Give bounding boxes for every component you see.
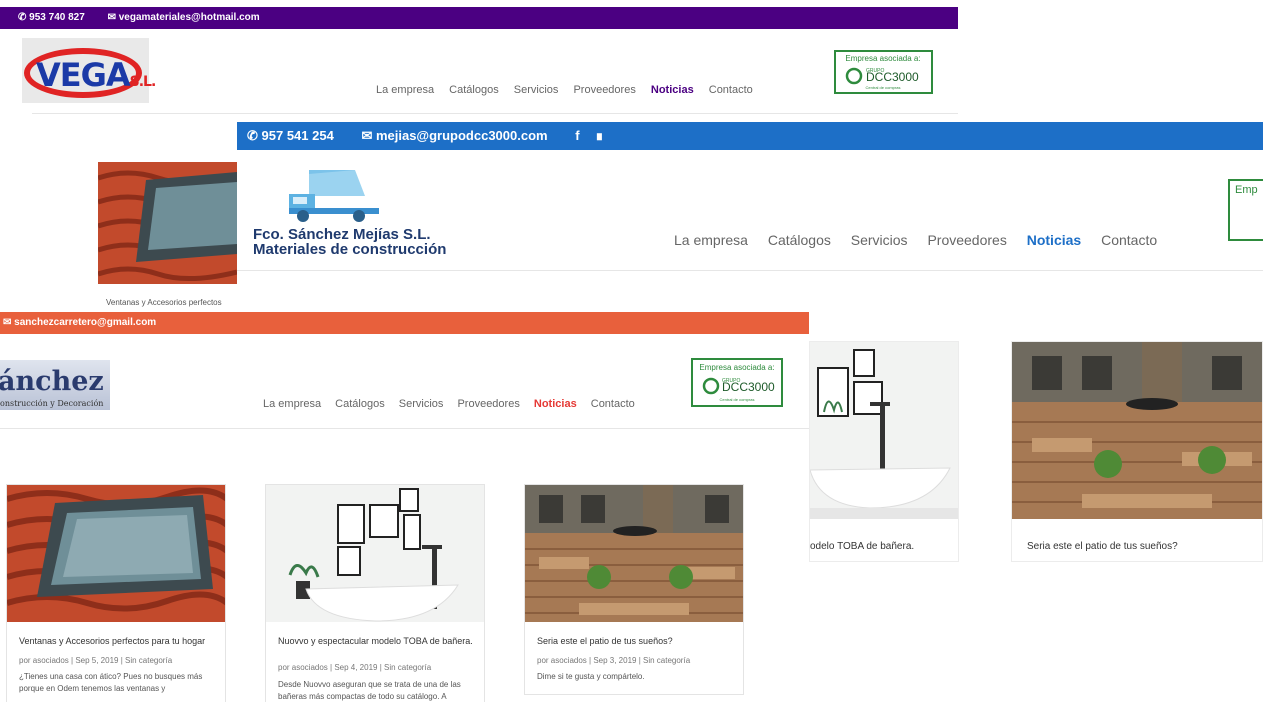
post-title[interactable]: Seria este el patio de tus sueños? — [537, 636, 737, 646]
nav-proveedores[interactable]: Proveedores — [573, 84, 635, 96]
badge-line1: Empresa asociada a: — [845, 54, 920, 63]
main-nav: La empresa Catálogos Servicios Proveedor… — [263, 398, 646, 410]
nav-la-empresa[interactable]: La empresa — [674, 232, 748, 248]
post-card-baniera-partial[interactable]: odelo TOBA de bañera. — [809, 341, 959, 562]
email-text: sanchezcarretero@gmail.com — [14, 317, 157, 328]
nav-catalogos[interactable]: Catálogos — [449, 84, 499, 96]
nav-contacto[interactable]: Contacto — [1101, 232, 1157, 248]
nav-catalogos[interactable]: Catálogos — [335, 398, 385, 410]
nav-noticias[interactable]: Noticias — [534, 398, 577, 410]
nav-la-empresa[interactable]: La empresa — [263, 398, 321, 410]
nav-servicios[interactable]: Servicios — [399, 398, 444, 410]
post-card-baniera[interactable]: Nuovvo y espectacular modelo TOBA de bañ… — [265, 484, 485, 702]
badge-partial-text: Emp — [1235, 184, 1258, 196]
phone-text: 953 740 827 — [29, 12, 85, 23]
post-image-roof-window — [7, 485, 225, 622]
logo-subtitle: onstrucción y Decoración — [0, 399, 104, 408]
badge-line4: Central de compras — [866, 85, 901, 90]
post-excerpt: Dime si te gusta y compártelo. — [537, 672, 645, 681]
nav-noticias[interactable]: Noticias — [1027, 232, 1081, 248]
badge-line3: DCC3000 — [866, 70, 919, 84]
main-nav: La empresa Catálogos Servicios Proveedor… — [376, 84, 765, 96]
nav-la-empresa[interactable]: La empresa — [376, 84, 434, 96]
post-title[interactable]: Ventanas y Accesorios perfectos para tu … — [19, 636, 219, 646]
nav-proveedores[interactable]: Proveedores — [457, 398, 519, 410]
top-contact-bar: ✉ sanchezcarretero@gmail.com — [0, 312, 809, 334]
header-divider — [0, 428, 809, 429]
dcc3000-badge-partial[interactable]: Emp — [1228, 179, 1263, 241]
header-divider — [32, 113, 958, 114]
post-image-roof-window — [98, 162, 237, 284]
site-header: Fco. Sánchez Mejías S.L. Materiales de c… — [237, 150, 1263, 270]
logo-word: VEGA — [36, 56, 131, 94]
nav-catalogos[interactable]: Catálogos — [768, 232, 831, 248]
post-title-partial[interactable]: odelo TOBA de bañera. — [810, 541, 914, 552]
nav-contacto[interactable]: Contacto — [709, 84, 753, 96]
phone-link[interactable]: ✆ 957 541 254 — [247, 128, 346, 143]
site-vega-screenshot: ✆ 953 740 827 ✉ vegamateriales@hotmail.c… — [0, 0, 958, 118]
top-contact-bar: ✆ 953 740 827 ✉ vegamateriales@hotmail.c… — [0, 7, 958, 29]
email-text: vegamateriales@hotmail.com — [118, 12, 260, 23]
post-title-partial[interactable]: Seria este el patio de tus sueños? — [1027, 541, 1178, 552]
header-divider — [237, 270, 1263, 271]
post-image-patio — [525, 485, 743, 622]
site-sanchez-screenshot: ✉ sanchezcarretero@gmail.com ánchez onst… — [0, 312, 809, 702]
sanchez-mejias-logo[interactable]: Fco. Sánchez Mejías S.L. Materiales de c… — [253, 168, 446, 268]
vega-logo[interactable]: VEGAS.L. — [22, 38, 156, 103]
post-meta: por asociados | Sep 3, 2019 | Sin catego… — [537, 656, 691, 665]
nav-noticias[interactable]: Noticias — [651, 84, 694, 96]
email-link[interactable]: ✉ vegamateriales@hotmail.com — [108, 12, 270, 23]
badge-line3: DCC3000 — [722, 380, 775, 394]
post-image-patio — [1012, 342, 1262, 519]
nav-servicios[interactable]: Servicios — [514, 84, 559, 96]
post-image-bathtub — [810, 342, 958, 519]
post-title[interactable]: Nuovvo y espectacular modelo TOBA de bañ… — [278, 636, 478, 646]
post-meta: por asociados | Sep 5, 2019 | Sin catego… — [19, 656, 173, 665]
post-meta: por asociados | Sep 4, 2019 | Sin catego… — [278, 663, 432, 672]
post-excerpt: Desde Nuovvo aseguran que se trata de un… — [278, 680, 461, 701]
post-card-patio[interactable]: Seria este el patio de tus sueños? por a… — [524, 484, 744, 695]
main-nav: La empresa Catálogos Servicios Proveedor… — [674, 232, 1173, 248]
logo-line2: Materiales de construcción — [253, 241, 447, 258]
top-contact-bar: ✆ 957 541 254 ✉ mejias@grupodcc3000.com … — [237, 122, 1263, 150]
badge-line4: Central de compras — [720, 397, 755, 402]
rss-icon[interactable]: ∎ — [595, 128, 603, 143]
nav-contacto[interactable]: Contacto — [591, 398, 635, 410]
phone-text: 957 541 254 — [261, 128, 334, 143]
truck-icon — [289, 170, 379, 222]
post-excerpt: ¿Tienes una casa con ático? Pues no busq… — [19, 672, 203, 693]
dcc3000-badge[interactable]: Empresa asociada a: GRUPO DCC3000 Centra… — [834, 50, 933, 94]
email-link[interactable]: ✉ mejias@grupodcc3000.com — [361, 128, 559, 143]
post-card-ventanas[interactable]: Ventanas y Accesorios perfectos para tu … — [6, 484, 226, 702]
badge-line1: Empresa asociada a: — [699, 363, 774, 372]
post-title-partial[interactable]: Ventanas y Accesorios perfectos — [106, 298, 222, 307]
post-image-bathtub — [266, 485, 484, 622]
dcc3000-badge[interactable]: Empresa asociada a: GRUPO DCC3000 Centra… — [691, 358, 783, 407]
logo-suffix: S.L. — [129, 74, 157, 90]
nav-proveedores[interactable]: Proveedores — [927, 232, 1006, 248]
email-link[interactable]: ✉ sanchezcarretero@gmail.com — [3, 317, 156, 328]
post-card-patio-partial[interactable]: Seria este el patio de tus sueños? — [1011, 341, 1263, 562]
phone-link[interactable]: ✆ 953 740 827 — [18, 12, 95, 23]
nav-servicios[interactable]: Servicios — [851, 232, 908, 248]
email-text: mejias@grupodcc3000.com — [375, 128, 548, 143]
logo-word: ánchez — [0, 366, 104, 397]
facebook-icon[interactable]: f — [575, 128, 579, 143]
sanchez-logo[interactable]: ánchez onstrucción y Decoración — [0, 360, 110, 410]
post-card-ventanas-partial[interactable]: Ventanas y Accesorios perfectos — [98, 162, 237, 322]
